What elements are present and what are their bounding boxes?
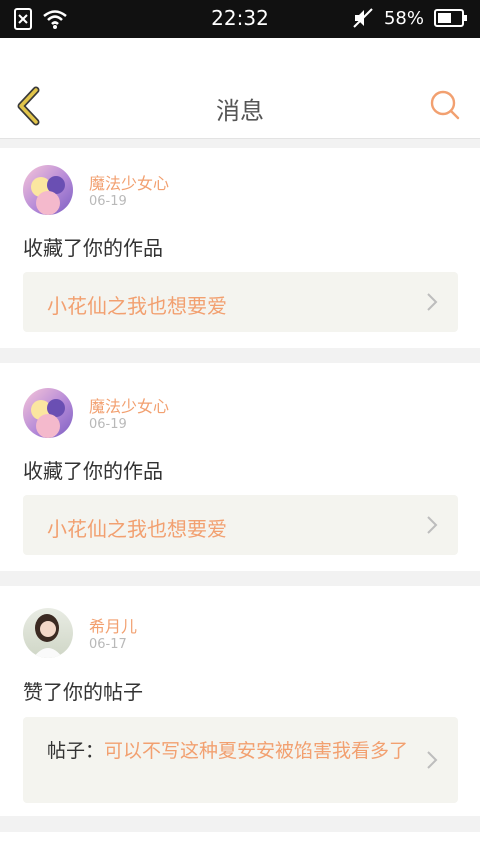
work-link[interactable]: 小花仙之我也想要爱 <box>23 272 458 332</box>
action-text: 收藏了你的作品 <box>23 236 163 260</box>
page-title: 消息 <box>216 97 264 125</box>
chevron-right-icon <box>427 751 438 769</box>
status-right-icons: 58% <box>352 7 468 29</box>
work-title: 小花仙之我也想要爱 <box>47 517 227 541</box>
username[interactable]: 魔法少女心 <box>89 393 169 417</box>
app-header: 消息 <box>0 38 480 139</box>
post-prefix: 帖子： <box>47 740 105 762</box>
mute-icon <box>353 8 373 28</box>
work-link[interactable]: 小花仙之我也想要爱 <box>23 495 458 555</box>
avatar[interactable] <box>23 165 73 215</box>
chevron-right-icon <box>427 293 438 311</box>
avatar-illustration <box>33 614 63 658</box>
avatar-illustration <box>31 176 65 215</box>
battery-icon <box>434 9 467 27</box>
message-card: 希月儿 06-17 赞了你的帖子 帖子：可以不写这种夏安安被馅害我看多了 <box>0 586 480 816</box>
message-date: 06-19 <box>89 417 127 432</box>
avatar[interactable] <box>23 608 73 658</box>
username[interactable]: 希月儿 <box>89 613 137 637</box>
post-link[interactable]: 帖子：可以不写这种夏安安被馅害我看多了 <box>23 717 458 803</box>
action-text: 收藏了你的作品 <box>23 459 163 483</box>
message-card: 魔法少女心 06-19 收藏了你的作品 小花仙之我也想要爱 <box>0 363 480 571</box>
post-text: 帖子：可以不写这种夏安安被馅害我看多了 <box>47 735 427 767</box>
search-icon[interactable] <box>430 90 460 120</box>
message-card: 魔法少女心 06-19 收藏了你的作品 小花仙之我也想要爱 <box>0 148 480 348</box>
chevron-right-icon <box>427 516 438 534</box>
battery-percent: 58% <box>383 7 424 29</box>
message-date: 06-19 <box>89 194 127 209</box>
work-title: 小花仙之我也想要爱 <box>47 294 227 318</box>
avatar[interactable] <box>23 388 73 438</box>
message-date: 06-17 <box>89 637 127 652</box>
post-title: 可以不写这种夏安安被馅害我看多了 <box>104 740 409 762</box>
status-bar: 22:32 58% <box>0 0 480 38</box>
message-card-partial <box>0 832 480 854</box>
action-text: 赞了你的帖子 <box>23 680 143 704</box>
avatar-illustration <box>31 399 65 438</box>
username[interactable]: 魔法少女心 <box>89 170 169 194</box>
